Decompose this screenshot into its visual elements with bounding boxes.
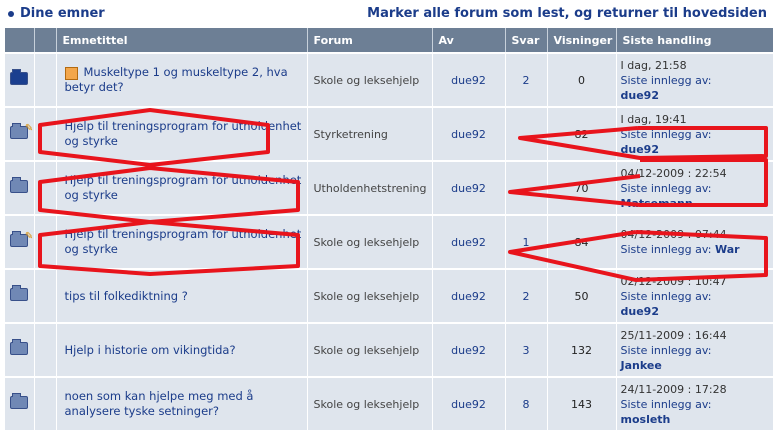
last-action-cell: 02/12-2009 : 10:47 Siste innlegg av: due92	[616, 268, 773, 323]
last-user-link[interactable]: Jankee	[621, 358, 773, 373]
folder-icon	[10, 69, 29, 85]
last-action-cell: 04/12-2009 : 07:44 Siste innlegg av: War	[616, 214, 773, 269]
last-user-link[interactable]: War	[715, 243, 740, 256]
header-visninger: Visninger	[547, 28, 617, 53]
author-link[interactable]: due92	[432, 268, 506, 323]
table-row: Hjelp til treningsprogram for utholdenhe…	[5, 214, 773, 269]
author-link[interactable]: due92	[432, 376, 506, 430]
replies-count[interactable]	[505, 106, 548, 161]
topic-title-link[interactable]: Hjelp i historie om vikingtida?	[65, 343, 236, 357]
forum-cell: Skole og leksehjelp	[307, 322, 433, 377]
topic-list-header: Dine emner Marker alle forum som lest, o…	[0, 0, 773, 28]
table-row: Muskeltype 1 og muskeltype 2, hva betyr …	[5, 52, 773, 107]
author-link[interactable]: due92	[432, 160, 506, 215]
topic-title-link[interactable]: tips til folkediktning ?	[65, 289, 188, 303]
replies-count[interactable]: 3	[505, 322, 548, 377]
table-header-row: Emnetittel Forum Av Svar Visninger Siste…	[5, 28, 773, 53]
last-user-link[interactable]: due92	[621, 88, 773, 103]
mark-all-read-link[interactable]: Marker alle forum som lest, og returner …	[367, 6, 767, 21]
replies-count[interactable]	[505, 160, 548, 215]
topic-title-link[interactable]: Muskeltype 1 og muskeltype 2, hva betyr …	[65, 65, 288, 94]
replies-count[interactable]: 8	[505, 376, 548, 430]
replies-count[interactable]: 2	[505, 52, 548, 107]
header-icon-col	[5, 28, 35, 53]
table-row: Hjelp i historie om vikingtida? Skole og…	[5, 322, 773, 377]
header-siste-handling: Siste handling	[616, 28, 773, 53]
table-row: Hjelp til treningsprogram for utholdenhe…	[5, 160, 773, 215]
bullet-icon	[8, 10, 14, 17]
table-row: noen som kan hjelpe meg med å analysere …	[5, 376, 773, 430]
topic-title-link[interactable]: Hjelp til treningsprogram for utholdenhe…	[65, 119, 302, 148]
last-user-link[interactable]: Matsemann	[621, 196, 773, 211]
pencil-icon	[64, 67, 78, 80]
author-link[interactable]: due92	[432, 106, 506, 161]
last-action-cell: I dag, 19:41 Siste innlegg av: due92	[616, 106, 773, 161]
forum-cell: Skole og leksehjelp	[307, 52, 433, 107]
views-count: 132	[547, 322, 617, 377]
folder-icon	[10, 339, 29, 355]
topic-title-link[interactable]: noen som kan hjelpe meg med å analysere …	[65, 389, 254, 418]
folder-icon	[10, 393, 29, 409]
header-forum: Forum	[307, 28, 433, 53]
replies-count[interactable]: 1	[505, 214, 548, 269]
last-user-link[interactable]: due92	[621, 142, 773, 157]
author-link[interactable]: due92	[432, 322, 506, 377]
folder-icon	[10, 231, 33, 247]
views-count: 82	[547, 106, 617, 161]
views-count: 84	[547, 214, 617, 269]
last-user-link[interactable]: due92	[621, 304, 773, 319]
table-row: tips til folkediktning ? Skole og lekseh…	[5, 268, 773, 323]
forum-cell: Utholdenhetstrening	[307, 160, 433, 215]
views-count: 50	[547, 268, 617, 323]
last-user-link[interactable]: mosleth	[621, 412, 773, 427]
last-action-cell: 24/11-2009 : 17:28 Siste innlegg av: mosle…	[616, 376, 773, 430]
forum-cell: Styrketrening	[307, 106, 433, 161]
last-action-cell: 25/11-2009 : 16:44 Siste innlegg av: Janke…	[616, 322, 773, 377]
header-icon2-col	[34, 28, 57, 53]
folder-icon	[10, 123, 33, 139]
forum-cell: Skole og leksehjelp	[307, 376, 433, 430]
views-count: 0	[547, 52, 617, 107]
replies-count[interactable]: 2	[505, 268, 548, 323]
forum-cell: Skole og leksehjelp	[307, 214, 433, 269]
folder-icon	[10, 177, 29, 193]
page-title: Dine emner	[8, 6, 105, 21]
topic-title-link[interactable]: Hjelp til treningsprogram for utholdenhe…	[65, 227, 302, 256]
header-av: Av	[432, 28, 506, 53]
topic-title-link[interactable]: Hjelp til treningsprogram for utholdenhe…	[65, 173, 302, 202]
folder-icon	[10, 285, 29, 301]
last-action-cell: I dag, 21:58 Siste innlegg av: due92	[616, 52, 773, 107]
header-emnetittel: Emnetittel	[56, 28, 308, 53]
views-count: 70	[547, 160, 617, 215]
header-svar: Svar	[505, 28, 548, 53]
table-row: Hjelp til treningsprogram for utholdenhe…	[5, 106, 773, 161]
topics-table: Emnetittel Forum Av Svar Visninger Siste…	[5, 28, 773, 430]
author-link[interactable]: due92	[432, 52, 506, 107]
last-action-cell: 04/12-2009 : 22:54 Siste innlegg av: Matse…	[616, 160, 773, 215]
forum-cell: Skole og leksehjelp	[307, 268, 433, 323]
author-link[interactable]: due92	[432, 214, 506, 269]
views-count: 143	[547, 376, 617, 430]
